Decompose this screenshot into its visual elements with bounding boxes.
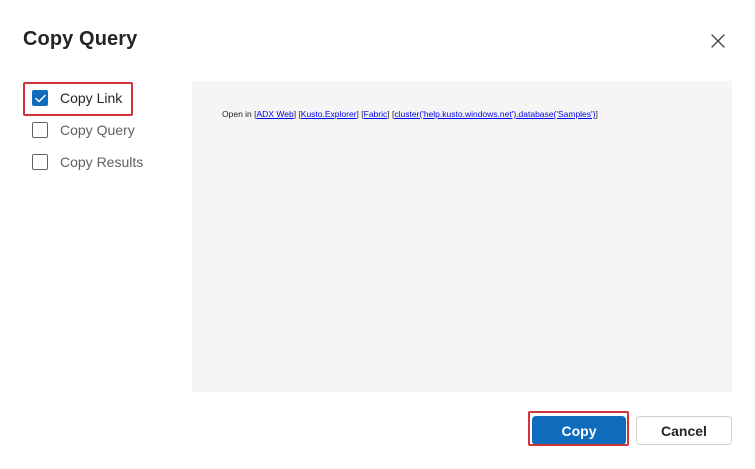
- copy-results-checkbox[interactable]: [32, 154, 48, 170]
- preview-panel: Open in [ADX Web] [Kusto.Explorer] [Fabr…: [192, 81, 732, 392]
- option-label: Copy Link: [60, 90, 123, 106]
- option-copy-query[interactable]: Copy Query: [23, 114, 143, 146]
- preview-prefix: Open in: [222, 109, 252, 119]
- option-copy-link[interactable]: Copy Link: [23, 82, 143, 116]
- copy-link-checkbox[interactable]: [32, 90, 48, 106]
- copy-query-checkbox[interactable]: [32, 122, 48, 138]
- copy-options: Copy Link Copy Query Copy Results: [23, 82, 143, 178]
- cluster-link[interactable]: cluster('help.kusto.windows.net').databa…: [394, 109, 595, 119]
- dialog-title: Copy Query: [23, 28, 138, 50]
- kusto-explorer-link[interactable]: Kusto.Explorer: [301, 109, 357, 119]
- option-label: Copy Query: [60, 122, 135, 138]
- copy-query-dialog: Copy Query Copy Link Copy Query Copy Res…: [0, 0, 755, 469]
- fabric-link[interactable]: Fabric: [364, 109, 388, 119]
- close-icon: [711, 34, 725, 48]
- option-copy-results[interactable]: Copy Results: [23, 146, 143, 178]
- cancel-button[interactable]: Cancel: [636, 416, 732, 445]
- adx-web-link[interactable]: ADX Web: [257, 109, 294, 119]
- copy-button[interactable]: Copy: [532, 416, 626, 445]
- checkmark-icon: [34, 94, 46, 102]
- preview-link-text: Open in [ADX Web] [Kusto.Explorer] [Fabr…: [222, 109, 598, 119]
- close-button[interactable]: [704, 27, 732, 55]
- option-label: Copy Results: [60, 154, 144, 170]
